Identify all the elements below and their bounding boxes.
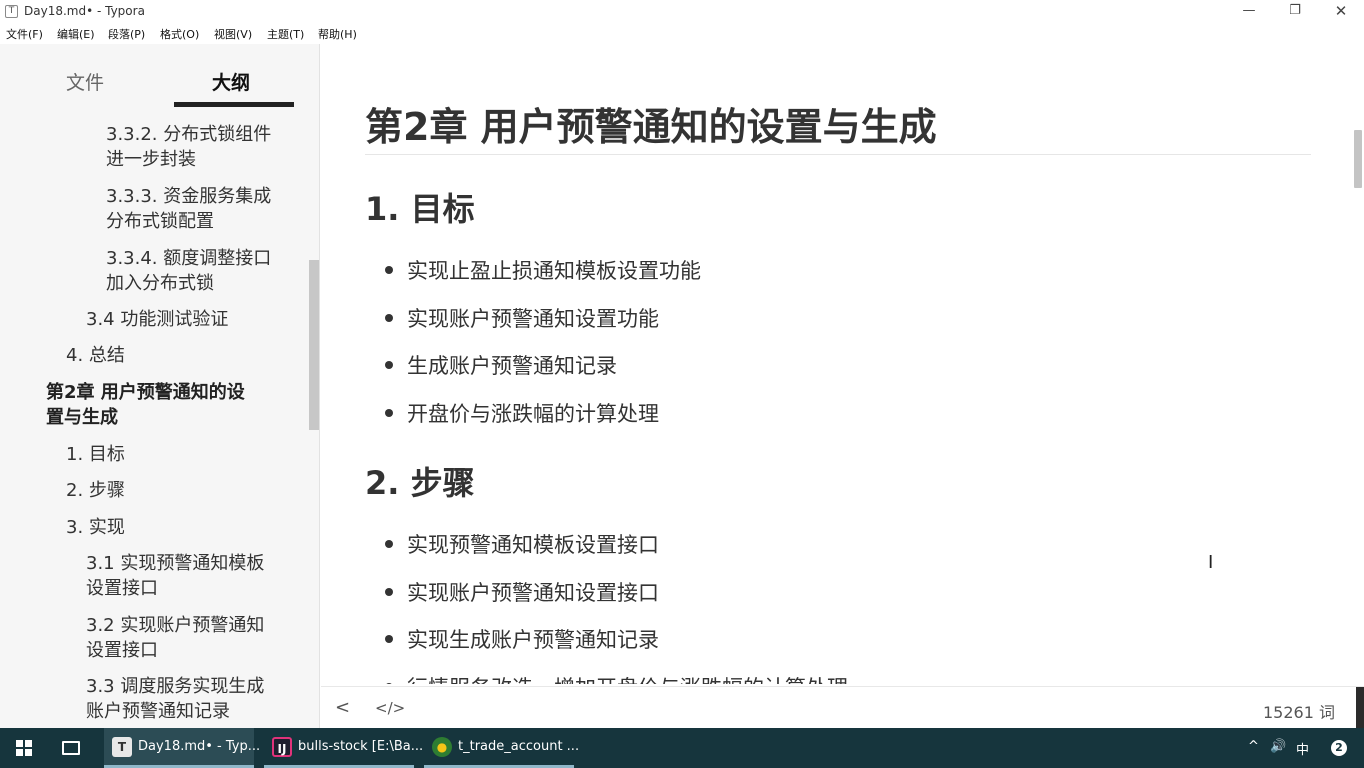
- menu-paragraph[interactable]: 段落(P): [108, 26, 145, 42]
- sidebar: 文件 大纲 3.3.2. 分布式锁组件 进一步封装 3.3.3. 资金服务集成 分布…: [0, 44, 320, 728]
- menu-format[interactable]: 格式(O): [160, 26, 199, 42]
- outline-item[interactable]: 3.3 调度服务实现生成 账户预警通知记录: [86, 674, 264, 724]
- navicat-icon: ●: [432, 737, 452, 757]
- outline-item[interactable]: 2. 步骤: [66, 478, 125, 503]
- menu-help[interactable]: 帮助(H): [318, 26, 357, 42]
- menu-file[interactable]: 文件(F): [6, 26, 43, 42]
- outline-item[interactable]: 1. 目标: [66, 442, 125, 467]
- restore-button[interactable]: ❐: [1272, 0, 1318, 24]
- status-bar: < </> 15261 词: [321, 686, 1364, 729]
- outline-item[interactable]: 3. 实现: [66, 515, 125, 540]
- bullet-icon: [385, 314, 393, 322]
- scrollbar-thumb[interactable]: [1356, 687, 1364, 729]
- typora-app-icon: T: [5, 5, 18, 18]
- tab-outline[interactable]: 大纲: [212, 68, 250, 95]
- menu-theme[interactable]: 主题(T): [267, 26, 304, 42]
- editor[interactable]: 第2章 用户预警通知的设置与生成 1. 目标 实现止盈止损通知模板设置功能 实现…: [321, 44, 1364, 684]
- source-code-mode-button[interactable]: </>: [375, 699, 405, 717]
- typora-icon: T: [112, 737, 132, 757]
- menu-bar: 文件(F) 编辑(E) 段落(P) 格式(O) 视图(V) 主题(T) 帮助(H…: [0, 24, 1364, 44]
- bullet-icon: [385, 361, 393, 369]
- taskbar-typora[interactable]: T Day18.md• - Typ...: [104, 728, 260, 768]
- list-item: 实现预警通知模板设置接口: [407, 533, 659, 557]
- heading-divider: [365, 154, 1311, 155]
- volume-icon[interactable]: 🔊: [1270, 739, 1286, 754]
- taskbar: T Day18.md• - Typ... IJ bulls-stock [E:\…: [0, 728, 1364, 768]
- taskbar-navicat[interactable]: ● t_trade_account ...: [424, 728, 579, 768]
- outline-item[interactable]: 3.4 功能测试验证: [86, 307, 228, 332]
- task-view-icon[interactable]: [62, 741, 80, 755]
- minimize-button[interactable]: —: [1226, 0, 1272, 24]
- list-item: 开盘价与涨跌幅的计算处理: [407, 402, 659, 426]
- active-tab-indicator: [174, 102, 294, 107]
- bullet-icon: [385, 540, 393, 548]
- word-count[interactable]: 15261 词: [1263, 699, 1335, 723]
- outline-item[interactable]: 3.3.4. 额度调整接口 加入分布式锁: [106, 246, 271, 296]
- bullet-icon: [385, 266, 393, 274]
- list-item: 实现账户预警通知设置功能: [407, 307, 659, 331]
- list-item: 实现止盈止损通知模板设置功能: [407, 259, 701, 283]
- section-heading: 1. 目标: [365, 190, 475, 228]
- outline-item[interactable]: 3.3.3. 资金服务集成 分布式锁配置: [106, 184, 271, 234]
- tab-files[interactable]: 文件: [66, 68, 104, 95]
- intellij-icon: IJ: [272, 737, 292, 757]
- menu-edit[interactable]: 编辑(E): [57, 26, 95, 42]
- window-title: Day18.md• - Typora: [24, 4, 145, 18]
- outline-item-active[interactable]: 第2章 用户预警通知的设 置与生成: [46, 380, 245, 430]
- taskbar-intellij[interactable]: IJ bulls-stock [E:\Ba...: [264, 728, 423, 768]
- ibeam-cursor-icon: I: [1208, 552, 1214, 573]
- bullet-icon: [385, 635, 393, 643]
- close-button[interactable]: ✕: [1318, 0, 1364, 24]
- list-item: 实现生成账户预警通知记录: [407, 628, 659, 652]
- outline-item[interactable]: 3.3.2. 分布式锁组件 进一步封装: [106, 122, 271, 172]
- outline-item[interactable]: 4. 总结: [66, 343, 125, 368]
- tray-chevron-icon[interactable]: ^: [1248, 739, 1259, 754]
- windows-start-icon[interactable]: [16, 740, 32, 756]
- list-item: 生成账户预警通知记录: [407, 354, 617, 378]
- title-bar: T Day18.md• - Typora — ❐ ✕: [0, 0, 1364, 24]
- bullet-icon: [385, 409, 393, 417]
- section-heading: 2. 步骤: [365, 464, 475, 502]
- chapter-heading: 第2章 用户预警通知的设置与生成: [365, 105, 937, 149]
- menu-view[interactable]: 视图(V): [214, 26, 252, 42]
- ime-indicator[interactable]: 中: [1296, 739, 1309, 758]
- list-item: 行情服务改造，增加开盘价与涨跌幅的计算处理: [407, 672, 848, 684]
- bullet-icon: [385, 588, 393, 596]
- editor-scrollbar[interactable]: [1354, 130, 1362, 188]
- bullet-icon: [385, 683, 393, 684]
- outline-item[interactable]: 3.2 实现账户预警通知 设置接口: [86, 613, 264, 663]
- outline-item[interactable]: 3.1 实现预警通知模板 设置接口: [86, 551, 264, 601]
- toggle-sidebar-button[interactable]: <: [335, 697, 350, 718]
- list-item: 实现账户预警通知设置接口: [407, 581, 659, 605]
- sidebar-scrollbar[interactable]: [309, 260, 319, 430]
- notifications-icon[interactable]: 2: [1331, 740, 1347, 756]
